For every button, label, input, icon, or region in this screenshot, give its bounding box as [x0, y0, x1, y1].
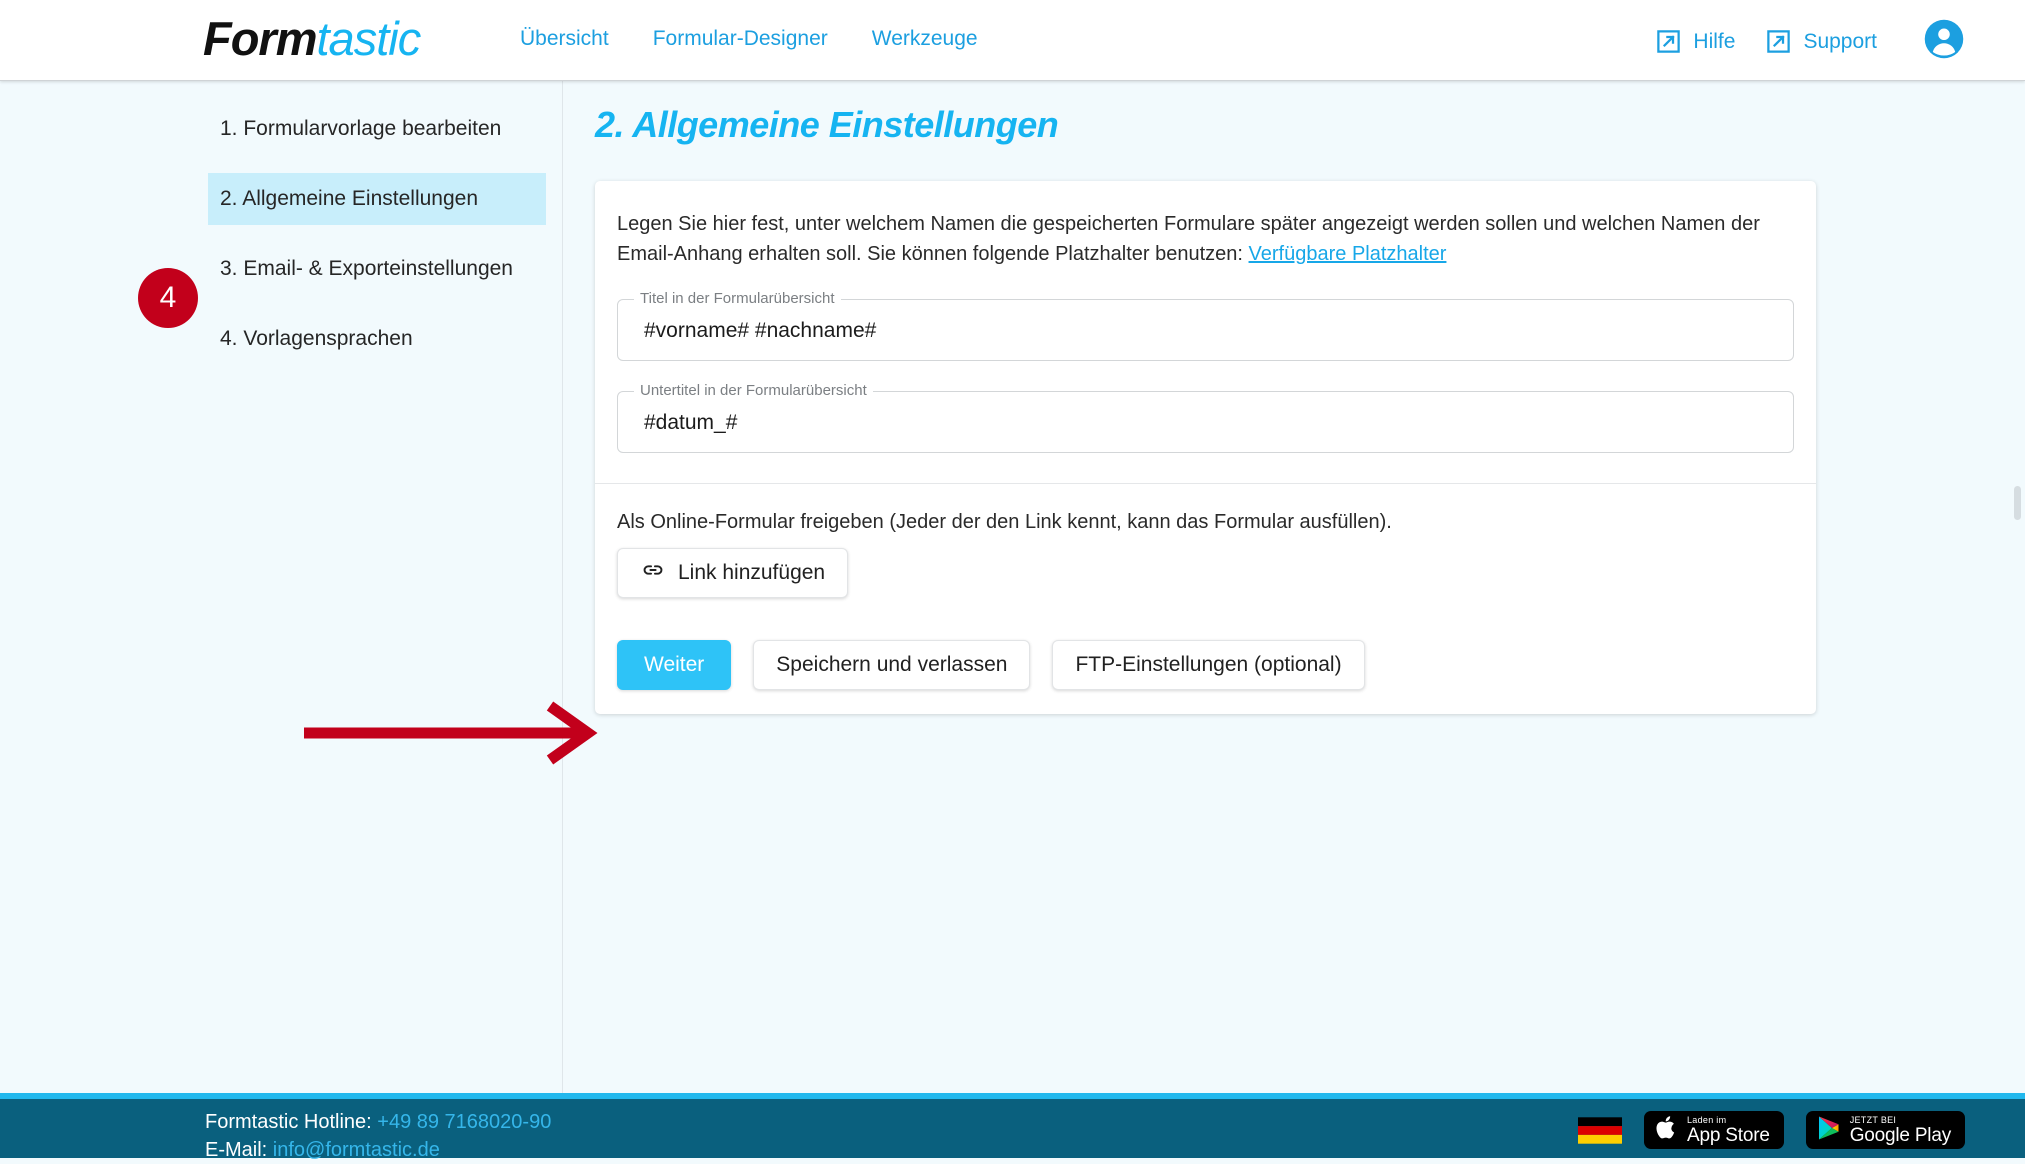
app-store-badge-small: Laden im — [1686, 1114, 1727, 1125]
footer-badges: Laden im App Store JETZT BEI Google Play — [1577, 1111, 1965, 1149]
external-link-icon — [1765, 28, 1792, 55]
google-play-triangle-icon — [1817, 1115, 1841, 1146]
titel-field-input[interactable] — [644, 316, 1764, 346]
share-online-text: Als Online-Formular freigeben (Jeder der… — [617, 511, 1392, 533]
settings-card-body: Legen Sie hier fest, unter welchem Namen… — [595, 181, 1816, 714]
nav-item-formular-designer[interactable]: Formular-Designer — [653, 25, 828, 53]
footer-contact: Formtastic Hotline: +49 89 7168020-90 E-… — [205, 1108, 551, 1164]
sidebar-item-allgemeine-einstellungen[interactable]: 2. Allgemeine Einstellungen — [208, 173, 546, 225]
app-header: Formtastic Übersicht Formular-Designer W… — [0, 0, 2025, 81]
main-panel: 2. Allgemeine Einstellungen Legen Sie hi… — [563, 81, 2025, 1093]
settings-description-text: Legen Sie hier fest, unter welchem Namen… — [617, 213, 1760, 265]
link-hinzufuegen-label: Link hinzufügen — [678, 561, 826, 584]
sidebar-item-label: 3. Email- & Exporteinstellungen — [220, 257, 513, 280]
app-store-badge-text: Laden im App Store — [1687, 1115, 1770, 1146]
apple-logo-icon — [1655, 1114, 1678, 1146]
titel-field-wrapper: Titel in der Formularübersicht — [617, 289, 1794, 361]
main-navigation: Übersicht Formular-Designer Werkzeuge — [520, 25, 978, 53]
page-scrollbar-thumb[interactable] — [2014, 486, 2021, 520]
weiter-button[interactable]: Weiter — [617, 640, 732, 690]
app-footer: Formtastic Hotline: +49 89 7168020-90 E-… — [0, 1093, 2025, 1161]
ftp-einstellungen-button[interactable]: FTP-Einstellungen (optional) — [1052, 640, 1365, 690]
wizard-sidebar: 1. Formularvorlage bearbeiten 2. Allgeme… — [0, 81, 562, 1093]
nav-item-uebersicht[interactable]: Übersicht — [520, 25, 609, 53]
verfuegbare-platzhalter-link[interactable]: Verfügbare Platzhalter — [1249, 243, 1447, 265]
sidebar-item-vorlagensprachen[interactable]: 4. Vorlagensprachen — [208, 313, 546, 365]
step-number-badge: 4 — [138, 268, 198, 328]
sidebar-item-email-export[interactable]: 3. Email- & Exporteinstellungen — [208, 243, 546, 295]
settings-description: Legen Sie hier fest, unter welchem Namen… — [617, 209, 1794, 269]
untertitel-field-input[interactable] — [644, 408, 1764, 438]
card-section-divider — [595, 483, 1816, 484]
external-link-icon — [1655, 28, 1682, 55]
support-link-label: Support — [1803, 29, 1877, 53]
sidebar-item-label: 4. Vorlagensprachen — [220, 327, 413, 350]
link-hinzufuegen-button[interactable]: Link hinzufügen — [617, 548, 849, 598]
nav-item-werkzeuge[interactable]: Werkzeuge — [872, 25, 978, 53]
titel-field-label: Titel in der Formularübersicht — [634, 289, 841, 309]
speichern-und-verlassen-button[interactable]: Speichern und verlassen — [753, 640, 1031, 690]
german-flag-icon[interactable] — [1577, 1116, 1622, 1145]
app-store-badge[interactable]: Laden im App Store — [1643, 1111, 1784, 1149]
untertitel-field-wrapper: Untertitel in der Formularübersicht — [617, 381, 1794, 453]
footer-hotline-row: Formtastic Hotline: +49 89 7168020-90 — [205, 1108, 551, 1136]
sidebar-item-label: 1. Formularvorlage bearbeiten — [220, 117, 502, 140]
content-area: 1. Formularvorlage bearbeiten 2. Allgeme… — [0, 81, 2025, 1093]
logo-tastic-text: tastic — [316, 12, 422, 65]
wizard-action-buttons: Weiter Speichern und verlassen FTP-Einst… — [617, 640, 1794, 690]
support-link[interactable]: Support — [1765, 28, 1877, 56]
app-store-badge-big: App Store — [1686, 1124, 1770, 1146]
google-play-badge[interactable]: JETZT BEI Google Play — [1805, 1111, 1965, 1149]
google-play-badge-small: JETZT BEI — [1849, 1114, 1897, 1125]
google-play-badge-text: JETZT BEI Google Play — [1849, 1114, 1952, 1146]
untertitel-field-label: Untertitel in der Formularübersicht — [634, 381, 873, 401]
header-right-actions: Hilfe Support — [1655, 18, 1965, 65]
help-link[interactable]: Hilfe — [1655, 28, 1735, 56]
logo-form-text: Form — [203, 12, 317, 65]
formtastic-logo[interactable]: Formtastic — [203, 12, 422, 66]
chain-link-icon — [640, 557, 666, 589]
person-circle-icon[interactable] — [1923, 18, 1965, 65]
footer-hotline-number[interactable]: +49 89 7168020-90 — [377, 1111, 551, 1133]
google-play-badge-big: Google Play — [1849, 1124, 1952, 1146]
footer-email-row: E-Mail: info@formtastic.de — [205, 1136, 551, 1164]
page-title: 2. Allgemeine Einstellungen — [595, 104, 1059, 145]
settings-card: Legen Sie hier fest, unter welchem Namen… — [595, 181, 1816, 714]
footer-hotline-label: Formtastic Hotline: — [205, 1111, 378, 1133]
sidebar-item-formularvorlage[interactable]: 1. Formularvorlage bearbeiten — [208, 103, 546, 155]
help-link-label: Hilfe — [1693, 29, 1736, 53]
app-page: Formtastic Übersicht Formular-Designer W… — [0, 0, 2025, 1161]
sidebar-item-label: 2. Allgemeine Einstellungen — [220, 187, 479, 210]
